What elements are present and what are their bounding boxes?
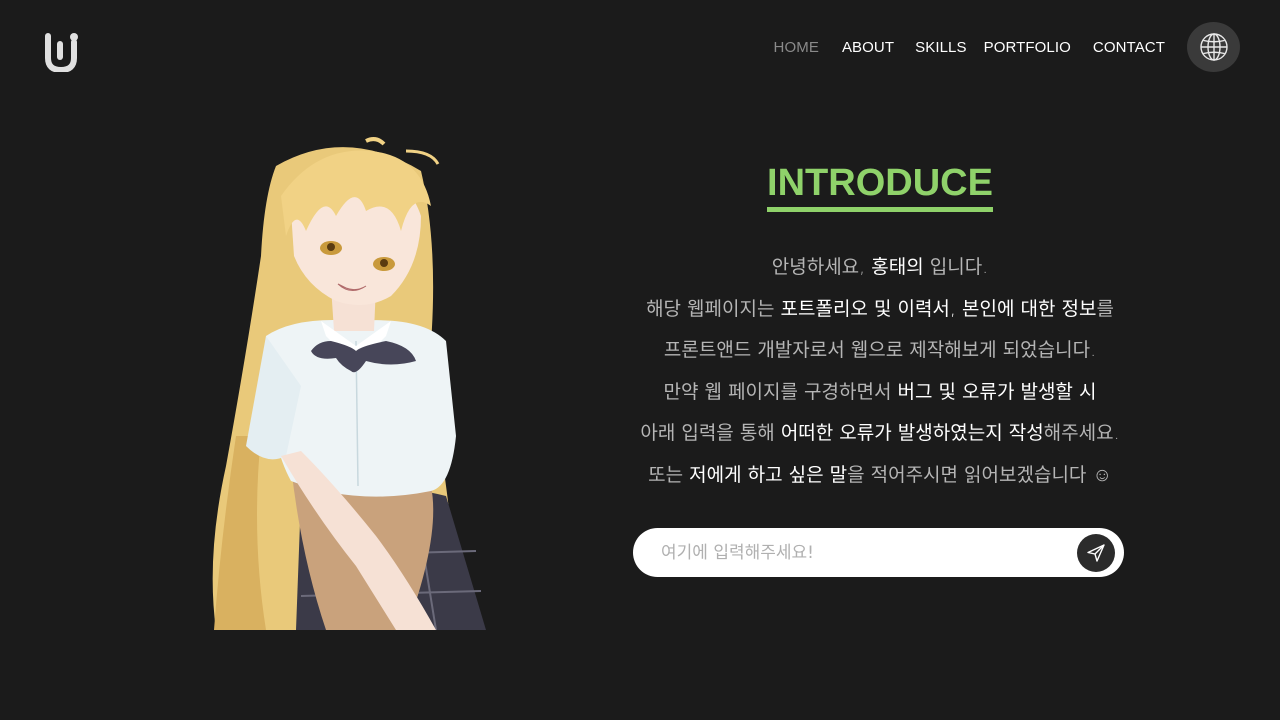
intro-line: 프론트앤드 개발자로서 웹으로 제작해보게 되었습니다. xyxy=(600,330,1160,372)
nav-contact[interactable]: CONTACT xyxy=(1093,39,1165,56)
intro-text: 를 xyxy=(1096,297,1114,320)
introduce-text: 안녕하세요, 홍태의 입니다. 해당 웹페이지는 포트폴리오 및 이력서, 본인에… xyxy=(600,247,1160,496)
main-nav: HOME ABOUT SKILLS PORTFOLIO CONTACT xyxy=(774,22,1240,72)
introduce-section: INTRODUCE 안녕하세요, 홍태의 입니다. 해당 웹페이지는 포트폴리오 … xyxy=(600,160,1160,496)
intro-text: 입니다. xyxy=(923,256,989,278)
globe-icon xyxy=(1199,33,1228,61)
intro-line: 또는 저에게 하고 싶은 말을 적어주시면 읽어보겠습니다 ☺ xyxy=(600,455,1160,497)
message-input[interactable] xyxy=(661,542,1077,563)
intro-text: 을 적어주시면 읽어보겠습니다 xyxy=(847,463,1093,486)
intro-text: 안녕하세요, xyxy=(771,256,872,278)
intro-highlight: 홍태의 xyxy=(871,256,924,278)
introduce-title: INTRODUCE xyxy=(767,162,993,204)
nav-about[interactable]: ABOUT xyxy=(842,39,894,56)
intro-line: 해당 웹페이지는 포트폴리오 및 이력서, 본인에 대한 정보를 xyxy=(600,289,1160,331)
intro-line: 아래 입력을 통해 어떠한 오류가 발생하였는지 작성해주세요. xyxy=(600,413,1160,455)
intro-line: 안녕하세요, 홍태의 입니다. xyxy=(600,247,1160,289)
nav-home[interactable]: HOME xyxy=(774,39,819,56)
intro-text: 또는 xyxy=(648,463,690,486)
intro-text: 만약 웹 페이지를 구경하면서 xyxy=(663,380,898,403)
send-button[interactable] xyxy=(1077,533,1115,572)
language-button[interactable] xyxy=(1187,22,1240,72)
nav-skills[interactable]: SKILLS xyxy=(915,39,966,56)
logo[interactable] xyxy=(42,30,82,74)
title-underline xyxy=(767,207,993,212)
intro-text: 아래 입력을 통해 xyxy=(640,422,781,444)
intro-text: 해주세요. xyxy=(1043,422,1120,444)
intro-highlight: 어떠한 오류가 발생하였는지 작성 xyxy=(780,422,1044,444)
intro-highlight: 저에게 하고 싶은 말 xyxy=(689,463,848,486)
message-form xyxy=(633,528,1124,577)
intro-text: ☺ xyxy=(1092,463,1112,486)
intro-line: 만약 웹 페이지를 구경하면서 버그 및 오류가 발생할 시 xyxy=(600,372,1160,414)
send-icon xyxy=(1087,543,1105,562)
intro-highlight: 포트폴리오 및 이력서, 본인에 대한 정보 xyxy=(780,297,1097,320)
intro-text: 프론트앤드 개발자로서 웹으로 제작해보게 되었습니다. xyxy=(663,339,1097,361)
logo-icon xyxy=(45,33,78,74)
nav-portfolio[interactable]: PORTFOLIO xyxy=(984,39,1071,56)
intro-text: 해당 웹페이지는 xyxy=(646,297,781,320)
intro-highlight: 버그 및 오류가 발생할 시 xyxy=(897,380,1097,403)
introduce-heading: INTRODUCE xyxy=(767,160,993,212)
character-illustration xyxy=(206,136,490,631)
